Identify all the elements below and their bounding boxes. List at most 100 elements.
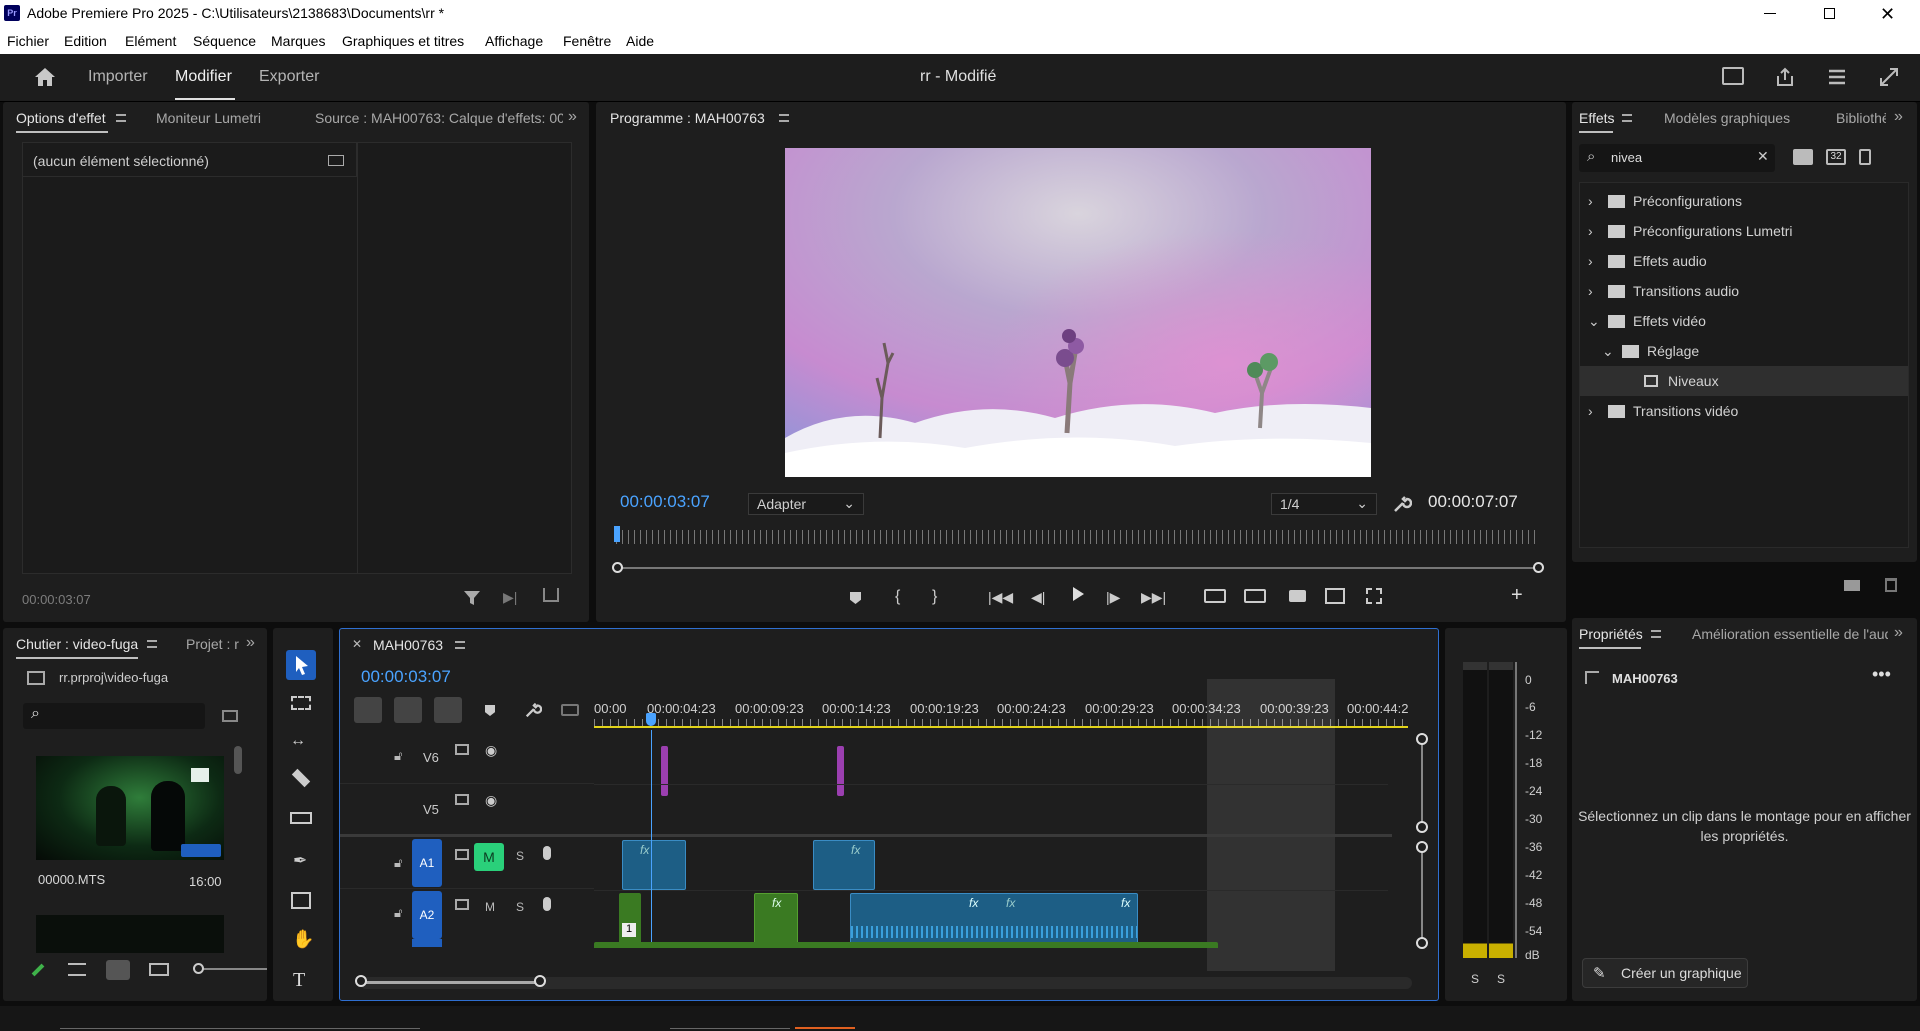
tab-source[interactable]: Source : MAH00763: Calque d'effets: 00:( <box>315 110 563 126</box>
lock-icon[interactable]: 🔓︎ <box>394 748 402 764</box>
camera-icon[interactable] <box>1289 590 1306 602</box>
panel-overflow-icon[interactable]: » <box>246 634 255 652</box>
tracks-area[interactable]: fx fx 1 fx fx fx fx <box>594 730 1388 948</box>
play-icon[interactable] <box>1071 586 1085 602</box>
solo-right-button[interactable]: S <box>1497 972 1505 986</box>
toggle-sync-icon[interactable] <box>455 849 469 860</box>
go-to-out-icon[interactable]: ▶▶| <box>1141 589 1166 606</box>
pen-tool-icon[interactable]: ✒ <box>293 851 307 871</box>
zoom-slider-handle[interactable] <box>193 963 204 974</box>
menu-sequence[interactable]: Séquence <box>193 33 256 49</box>
menu-affichage[interactable]: Affichage <box>485 33 543 49</box>
bin-scrollbar[interactable] <box>234 746 242 774</box>
tab-lumetri-monitor[interactable]: Moniteur Lumetri <box>156 110 261 126</box>
vertical-scroll-handle[interactable] <box>1416 821 1428 833</box>
lift-icon[interactable] <box>1204 589 1226 603</box>
solo-button[interactable]: S <box>516 849 524 863</box>
timeline-playhead-handle[interactable] <box>646 713 656 726</box>
freeform-view-icon[interactable] <box>149 963 169 976</box>
slip-tool-icon[interactable] <box>290 812 312 824</box>
rectangle-tool-icon[interactable] <box>291 892 311 909</box>
32bit-effects-icon[interactable]: 32 <box>1826 149 1846 165</box>
toggle-sync-icon[interactable] <box>455 744 469 755</box>
vertical-scroll-audio[interactable] <box>1421 847 1423 943</box>
more-options-icon[interactable]: ••• <box>1872 664 1891 685</box>
step-back-icon[interactable]: ◀| <box>1031 589 1045 606</box>
vertical-scroll-handle[interactable] <box>1416 937 1428 949</box>
green-bottom-bar[interactable] <box>594 942 1218 948</box>
timeline-settings-icon[interactable] <box>524 701 542 719</box>
playhead-line[interactable] <box>651 730 652 948</box>
resolution-dropdown[interactable]: 1/4 ⌄ <box>1271 493 1377 515</box>
tab-essential-sound[interactable]: Amélioration essentielle de l'aud <box>1692 626 1888 642</box>
tree-item-video-transitions[interactable]: › Transitions vidéo <box>1580 396 1908 426</box>
microphone-icon[interactable] <box>543 846 551 860</box>
toggle-timeline-view-icon[interactable] <box>328 155 344 166</box>
sequence-menu-icon[interactable] <box>455 641 465 649</box>
program-time-ruler[interactable] <box>616 530 1540 544</box>
search-input[interactable]: nivea <box>1611 150 1642 165</box>
progress-menu-icon[interactable] <box>1826 66 1848 88</box>
tree-item-adjust[interactable]: ⌄ Réglage <box>1580 336 1908 366</box>
snap-icon[interactable] <box>354 697 382 723</box>
lock-icon[interactable]: 🔓︎ <box>394 855 402 871</box>
program-playhead[interactable] <box>614 526 620 542</box>
button-editor-plus-icon[interactable]: + <box>1511 584 1523 607</box>
mute-button[interactable]: M <box>485 900 495 914</box>
tab-effect-options[interactable]: Options d'effet <box>16 110 106 126</box>
zoom-handle-right[interactable] <box>1533 562 1544 573</box>
program-menu-icon[interactable] <box>779 114 789 122</box>
mute-button-a1[interactable]: M <box>474 843 504 871</box>
tree-item-video-effects[interactable]: ⌄ Effets vidéo <box>1580 306 1908 336</box>
extract-icon[interactable] <box>1244 589 1266 603</box>
vertical-scroll-video[interactable] <box>1421 739 1423 827</box>
program-video-frame[interactable] <box>785 148 1371 477</box>
audio-clip[interactable]: fx <box>813 840 875 890</box>
clip-thumbnail-2[interactable] <box>36 915 224 953</box>
tab-project[interactable]: Projet : r <box>186 636 240 652</box>
source-patch-a2[interactable]: A2 <box>412 891 442 939</box>
panel-overflow-icon[interactable]: » <box>1894 624 1903 642</box>
tree-item-levels[interactable]: Niveaux <box>1580 366 1908 396</box>
mark-in-icon[interactable]: { <box>895 588 900 606</box>
zoom-scrollbar[interactable] <box>618 567 1538 569</box>
linked-selection-icon[interactable] <box>434 697 462 723</box>
horizontal-scroll-thumb[interactable] <box>360 981 540 984</box>
bin-search-box[interactable]: ⌕ <box>23 703 205 729</box>
menu-marques[interactable]: Marques <box>271 33 325 49</box>
tab-bin[interactable]: Chutier : video-fuga <box>16 636 138 652</box>
accelerated-effects-icon[interactable] <box>1793 149 1813 165</box>
audio-clip[interactable]: fx <box>622 840 686 890</box>
multicam-icon[interactable] <box>1366 588 1382 604</box>
fit-dropdown[interactable]: Adapter ⌄ <box>748 493 864 515</box>
tree-item-presets[interactable]: › Préconfigurations <box>1580 186 1908 216</box>
go-to-in-icon[interactable]: |◀◀ <box>988 589 1013 606</box>
effects-search-box[interactable]: ⌕ nivea ✕ <box>1579 144 1775 172</box>
captions-icon[interactable] <box>561 704 579 716</box>
properties-menu-icon[interactable] <box>1651 630 1661 638</box>
tab-libraries[interactable]: Bibliothè <box>1836 110 1886 126</box>
zoom-slider[interactable] <box>195 968 267 970</box>
selection-tool-icon[interactable] <box>286 650 316 680</box>
tab-exporter[interactable]: Exporter <box>259 68 319 86</box>
zoom-handle-left[interactable] <box>612 562 623 573</box>
workspace-panels-icon[interactable] <box>1722 67 1744 85</box>
share-icon[interactable] <box>1774 66 1796 88</box>
play-audio-icon[interactable]: ▶| <box>503 589 517 606</box>
tab-graphic-templates[interactable]: Modèles graphiques <box>1664 110 1790 126</box>
yuv-effects-icon[interactable] <box>1859 149 1871 165</box>
panel-overflow-icon[interactable]: » <box>1894 108 1903 126</box>
wrench-icon[interactable] <box>1392 494 1412 514</box>
menu-aide[interactable]: Aide <box>626 33 654 49</box>
mark-out-icon[interactable]: } <box>932 588 937 606</box>
vertical-scroll-handle[interactable] <box>1416 733 1428 745</box>
eye-icon[interactable]: ◉ <box>485 742 497 759</box>
microphone-icon[interactable] <box>543 897 551 911</box>
solo-left-button[interactable]: S <box>1471 972 1479 986</box>
purple-clip[interactable] <box>661 746 668 796</box>
program-playhead-timecode[interactable]: 00:00:03:07 <box>620 492 710 512</box>
magnet-icon[interactable] <box>394 697 422 723</box>
razor-tool-icon[interactable] <box>291 768 311 788</box>
restore-icon[interactable] <box>1824 8 1835 19</box>
tab-properties[interactable]: Propriétés <box>1579 626 1643 642</box>
